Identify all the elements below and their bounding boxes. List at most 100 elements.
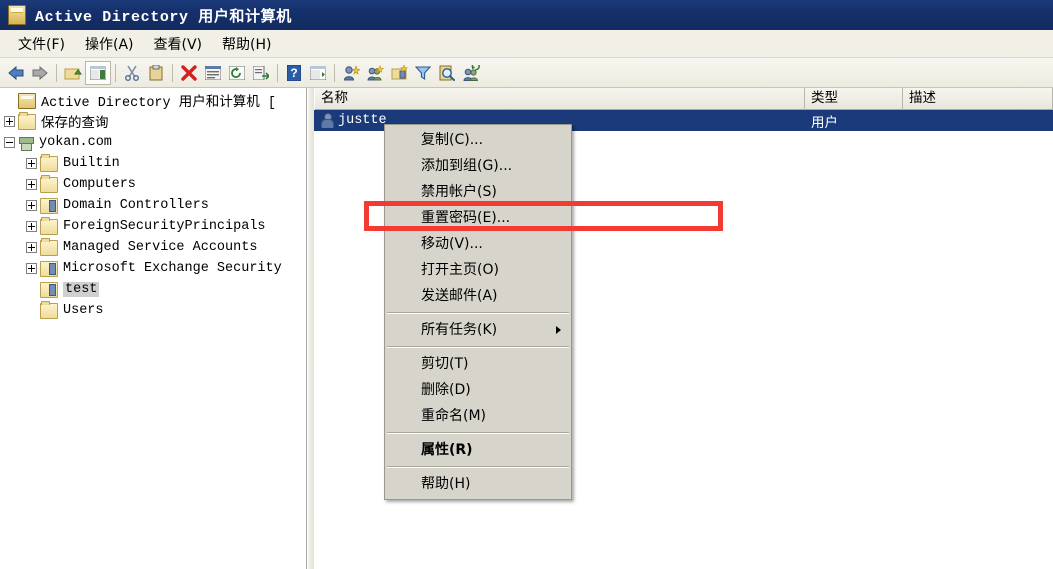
svg-text:?: ? [290,66,297,80]
expander-minus-icon[interactable] [4,137,15,148]
menu-action[interactable]: 操作(A) [75,31,144,57]
tree-node-console-root[interactable]: Active Directory 用户和计算机 [ [0,90,306,111]
toolbar-separator [334,63,335,82]
tree-node-domain-controllers[interactable]: Domain Controllers [0,195,306,216]
menu-help[interactable]: 帮助(H) [212,31,281,57]
row-cell-type: 用户 [811,114,838,131]
tree-node-label: test [63,282,100,297]
context-menu-separator [387,312,569,314]
delete-icon[interactable] [177,62,201,84]
ctx-add-to-group[interactable]: 添加到组(G)... [385,153,571,179]
forward-icon[interactable] [28,62,52,84]
column-header-name[interactable]: 名称 [314,88,805,110]
help-icon[interactable]: ? [282,62,306,84]
tree-node-label: Managed Service Accounts [63,240,258,255]
new-user-icon[interactable] [339,62,363,84]
expander-plus-icon[interactable] [26,179,37,190]
find-icon[interactable] [435,62,459,84]
toolbar-separator [56,63,57,82]
console-tree: Active Directory 用户和计算机 [ 保存的查询 yokan.co… [0,88,306,321]
ctx-rename[interactable]: 重命名(M) [385,403,571,429]
add-to-group-icon[interactable] [459,62,483,84]
show-hide-action-pane-icon[interactable] [306,62,330,84]
context-menu-separator [387,346,569,348]
menu-view[interactable]: 查看(V) [144,31,213,57]
mmc-console-icon [8,5,26,25]
expander-placeholder [4,95,15,106]
ctx-disable-account[interactable]: 禁用帐户(S) [385,179,571,205]
back-icon[interactable] [4,62,28,84]
expander-plus-icon[interactable] [26,200,37,211]
folder-icon [40,300,58,319]
ctx-all-tasks-label: 所有任务(K) [421,322,498,338]
paste-icon[interactable] [144,62,168,84]
up-one-level-icon[interactable] [61,62,85,84]
domain-icon [18,136,34,151]
console-root-icon [18,92,36,109]
cut-icon[interactable] [120,62,144,84]
tree-node-foreign-security-principals[interactable]: ForeignSecurityPrincipals [0,216,306,237]
tree-node-label: Domain Controllers [63,198,209,213]
tree-node-computers[interactable]: Computers [0,174,306,195]
window-title: Active Directory 用户和计算机 [35,8,292,26]
tree-node-label: Builtin [63,156,120,171]
ctx-send-mail[interactable]: 发送邮件(A) [385,283,571,309]
tree-node-builtin[interactable]: Builtin [0,153,306,174]
ctx-reset-password[interactable]: 重置密码(E)... [385,205,571,231]
tree-node-domain-yokan[interactable]: yokan.com [0,132,306,153]
ctx-copy[interactable]: 复制(C)... [385,127,571,153]
folder-icon [18,111,36,130]
title-bar: Active Directory 用户和计算机 [0,0,1053,30]
export-list-icon[interactable] [249,62,273,84]
context-menu: 复制(C)... 添加到组(G)... 禁用帐户(S) 重置密码(E)... 移… [384,124,572,500]
ctx-delete[interactable]: 删除(D) [385,377,571,403]
folder-icon [40,174,58,193]
show-hide-console-tree-icon[interactable] [85,60,111,85]
tree-node-label: Microsoft Exchange Security [63,261,282,276]
ctx-open-home-page[interactable]: 打开主页(O) [385,257,571,283]
ou-folder-icon [40,197,58,214]
folder-icon [40,216,58,235]
toolbar-separator [115,63,116,82]
user-icon [320,113,334,128]
column-header-description[interactable]: 描述 [903,88,1053,110]
tree-node-microsoft-exchange-security[interactable]: Microsoft Exchange Security [0,258,306,279]
tree-node-test[interactable]: test [0,279,306,300]
ctx-all-tasks[interactable]: 所有任务(K) [385,317,571,343]
new-ou-icon[interactable] [387,62,411,84]
context-menu-separator [387,432,569,434]
console-tree-pane: Active Directory 用户和计算机 [ 保存的查询 yokan.co… [0,88,307,569]
tree-node-users[interactable]: Users [0,300,306,321]
ctx-properties[interactable]: 属性(R) [385,437,571,463]
expander-plus-icon[interactable] [26,263,37,274]
ou-folder-icon [40,281,58,298]
ctx-move[interactable]: 移动(V)... [385,231,571,257]
tree-node-label: ForeignSecurityPrincipals [63,219,266,234]
folder-icon [40,153,58,172]
tree-node-label: 保存的查询 [41,117,109,132]
filter-icon[interactable] [411,62,435,84]
expander-plus-icon[interactable] [26,158,37,169]
expander-plus-icon[interactable] [26,242,37,253]
ctx-help[interactable]: 帮助(H) [385,471,571,497]
expander-placeholder [26,284,37,295]
properties-icon[interactable] [201,62,225,84]
ctx-cut[interactable]: 剪切(T) [385,351,571,377]
tree-node-label: Computers [63,177,136,192]
tree-node-saved-queries[interactable]: 保存的查询 [0,111,306,132]
list-header: 名称 类型 描述 [314,88,1053,110]
tree-node-label: yokan.com [39,135,112,150]
folder-icon [40,237,58,256]
expander-placeholder [26,305,37,316]
expander-plus-icon[interactable] [4,116,15,127]
toolbar-separator [277,63,278,82]
toolbar-separator [172,63,173,82]
expander-plus-icon[interactable] [26,221,37,232]
ad-users-and-computers-window: Active Directory 用户和计算机 文件(F) 操作(A) 查看(V… [0,0,1053,569]
refresh-icon[interactable] [225,62,249,84]
menu-file[interactable]: 文件(F) [8,31,75,57]
menu-bar: 文件(F) 操作(A) 查看(V) 帮助(H) [0,30,1053,58]
column-header-type[interactable]: 类型 [805,88,903,110]
new-group-icon[interactable] [363,62,387,84]
tree-node-managed-service-accounts[interactable]: Managed Service Accounts [0,237,306,258]
